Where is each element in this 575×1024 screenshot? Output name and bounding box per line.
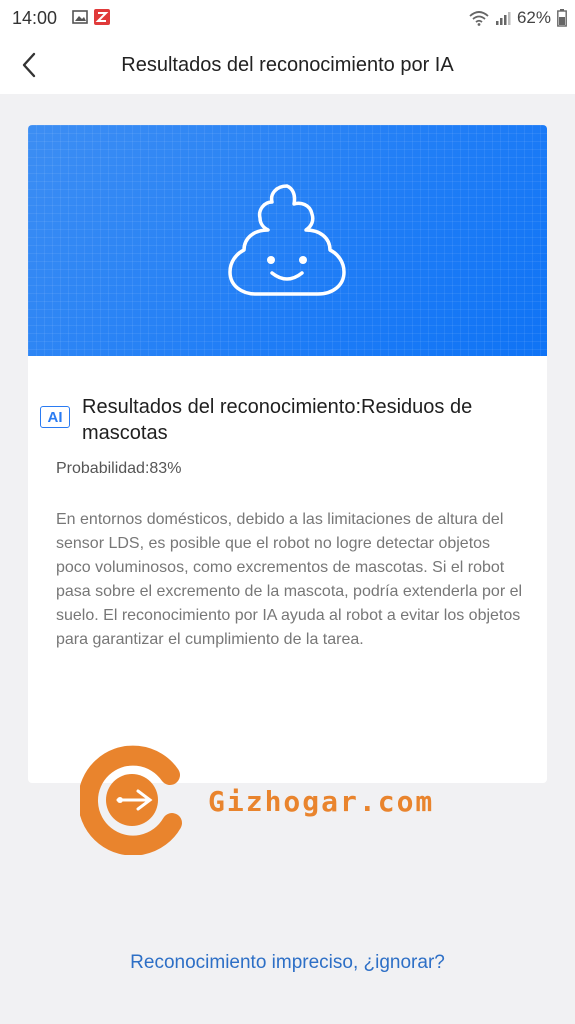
status-time: 14:00 [12,8,58,28]
ai-badge: AI [40,406,70,428]
status-bar: 14:00 62% [0,0,575,36]
battery-icon [557,9,567,27]
gizhogar-logo-icon [78,745,182,856]
result-card: AI Resultados del reconocimiento:Residuo… [28,125,547,783]
app-notification-icon [94,9,110,25]
hero-banner [28,125,547,356]
description-text: En entornos domésticos, debido a las lim… [56,511,523,648]
status-system-icons: 62% [469,8,567,28]
status-notification-icons [72,9,110,25]
signal-icon [495,12,511,25]
page-title: Resultados del reconocimiento por IA [121,54,454,76]
app-header: Resultados del reconocimiento por IA [0,36,575,94]
probability-text: Probabilidad:83% [56,460,182,477]
ignore-recognition-link[interactable]: Reconocimiento impreciso, ¿ignorar? [0,952,575,974]
watermark-text: Gizhogar.com [208,785,435,818]
poop-icon [228,184,346,296]
wifi-icon [469,11,489,26]
image-icon [72,10,88,24]
result-title: Resultados del reconocimiento:Residuos d… [82,396,473,444]
watermark-logo: Gizhogar.com [78,745,480,856]
battery-percent: 62% [516,8,551,27]
